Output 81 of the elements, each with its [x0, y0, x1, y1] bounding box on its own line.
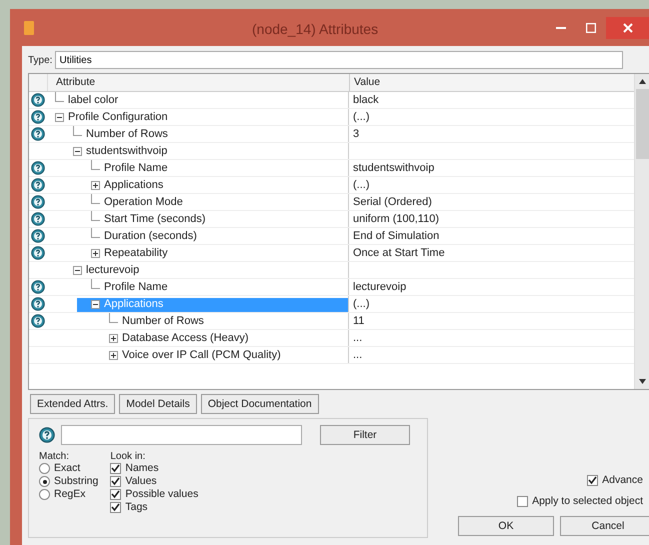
dialog-button[interactable]: Model Details	[119, 394, 197, 414]
column-header[interactable]: Attribute	[48, 74, 350, 91]
attribute-cell[interactable]: label color	[47, 92, 349, 108]
expand-icon[interactable]	[109, 350, 118, 360]
radio-option[interactable]: Exact	[39, 462, 98, 475]
help-icon[interactable]	[31, 178, 45, 192]
type-field[interactable]: Utilities	[55, 51, 624, 69]
collapse-icon[interactable]	[73, 146, 82, 156]
value-cell[interactable]: Once at Start Time	[349, 245, 634, 261]
value-cell[interactable]: lecturevoip	[349, 279, 634, 295]
value-cell[interactable]: (...)	[349, 109, 634, 125]
expand-icon[interactable]	[91, 248, 100, 258]
help-icon[interactable]	[31, 161, 45, 175]
attribute-cell[interactable]: studentswithvoip	[47, 143, 349, 159]
minimize-icon	[556, 26, 566, 28]
attribute-cell[interactable]: Number of Rows	[47, 126, 349, 142]
attribute-cell[interactable]: Profile Name	[47, 160, 349, 176]
app-icon	[24, 20, 34, 34]
expand-icon[interactable]	[109, 334, 118, 342]
expand-icon[interactable]	[91, 180, 100, 190]
help-icon[interactable]	[31, 212, 45, 226]
type-label: Type:	[28, 54, 52, 66]
checkbox-option[interactable]: Possible values	[110, 488, 198, 501]
help-icon[interactable]	[31, 297, 45, 311]
attribute-cell[interactable]: Database Access (Heavy)	[47, 330, 349, 346]
dialog-button[interactable]: Object Documentation	[200, 394, 319, 414]
attribute-cell[interactable]: Voice over IP Call (PCM Quality)	[47, 347, 349, 363]
help-icon[interactable]	[31, 93, 45, 107]
checkbox-option[interactable]: Tags	[110, 501, 198, 514]
help-icon[interactable]	[39, 427, 55, 443]
value-cell[interactable]: End of Simulation	[349, 228, 634, 244]
apply-checkbox[interactable]: Apply to selected object	[517, 495, 643, 508]
attribute-cell[interactable]: lecturevoip	[47, 262, 349, 278]
value-cell[interactable]: (...)	[349, 296, 634, 312]
checkbox-option[interactable]: Names	[110, 462, 198, 475]
help-icon[interactable]	[31, 314, 45, 328]
value-cell[interactable]: black	[349, 92, 634, 108]
value-cell[interactable]: Serial (Ordered)	[349, 194, 634, 210]
value-cell[interactable]: uniform (100,110)	[349, 211, 634, 227]
attribute-cell[interactable]: Profile Name	[47, 279, 349, 295]
collapse-icon[interactable]	[73, 266, 82, 274]
filter-button[interactable]: Filter	[320, 425, 410, 445]
collapse-icon[interactable]	[55, 112, 64, 122]
value-cell[interactable]: 11	[349, 313, 634, 329]
match-label: Match:	[39, 451, 70, 462]
window-title: (node_14) Attributes	[252, 21, 378, 37]
help-icon[interactable]	[31, 229, 45, 243]
attribute-cell[interactable]: Start Time (seconds)	[47, 211, 349, 227]
dialog-button[interactable]: Extended Attrs.	[30, 394, 116, 414]
dialog-button[interactable]: OK	[458, 516, 554, 536]
maximize-icon	[586, 22, 596, 32]
value-cell[interactable]: studentswithvoip	[349, 160, 634, 176]
close-button[interactable]	[606, 16, 649, 38]
look-in-label: Look in:	[110, 451, 146, 462]
attribute-cell[interactable]: Repeatability	[47, 245, 349, 261]
value-cell[interactable]: ...	[349, 347, 634, 363]
collapse-icon[interactable]	[91, 300, 100, 308]
help-icon[interactable]	[31, 127, 45, 141]
help-icon[interactable]	[31, 110, 45, 124]
vertical-scrollbar[interactable]	[634, 74, 649, 389]
help-icon[interactable]	[31, 195, 45, 209]
radio-option[interactable]: Substring	[39, 475, 98, 488]
value-cell[interactable]: 3	[349, 126, 634, 142]
check-icon	[588, 476, 598, 485]
checkbox-option[interactable]: Values	[110, 475, 198, 488]
attribute-cell[interactable]: Profile Configuration	[47, 109, 349, 125]
attribute-cell[interactable]: Duration (seconds)	[47, 228, 349, 244]
radio-option[interactable]: RegEx	[39, 488, 98, 501]
value-cell[interactable]: ...	[349, 330, 634, 346]
column-header[interactable]: Value	[350, 74, 634, 91]
value-cell[interactable]: (...)	[349, 177, 634, 193]
filter-field[interactable]	[61, 425, 302, 445]
help-icon[interactable]	[31, 280, 45, 294]
scroll-thumb[interactable]	[636, 89, 649, 159]
dialog-button[interactable]: Cancel	[560, 516, 649, 536]
advanced-checkbox[interactable]: Advance	[587, 474, 643, 487]
attribute-cell[interactable]: Number of Rows	[47, 313, 349, 329]
attribute-cell[interactable]: Applications	[47, 177, 349, 193]
close-icon	[623, 22, 633, 32]
attribute-cell[interactable]: Operation Mode	[47, 194, 349, 210]
help-icon[interactable]	[31, 246, 45, 260]
